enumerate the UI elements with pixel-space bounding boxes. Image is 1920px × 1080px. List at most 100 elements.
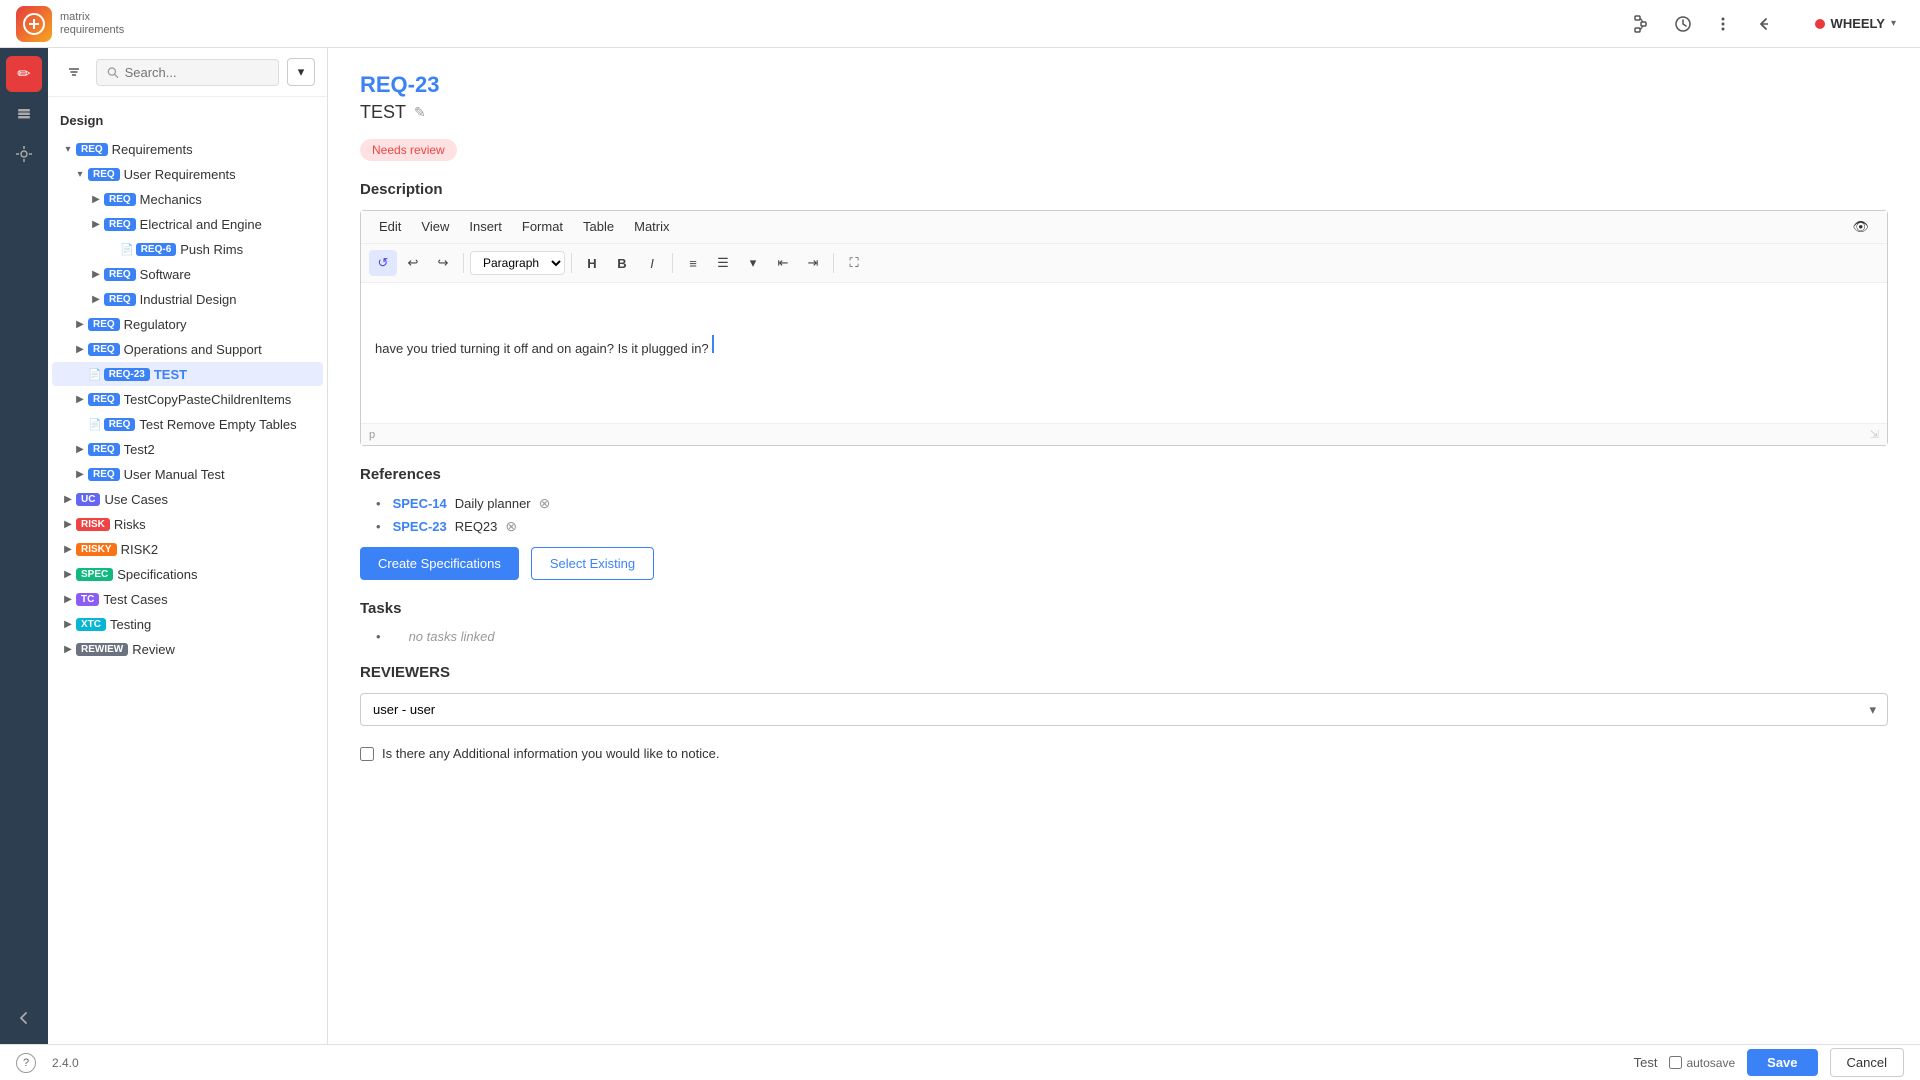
- back-icon[interactable]: [1747, 8, 1779, 40]
- paragraph-style-select[interactable]: Paragraph Heading 1 Heading 2: [470, 251, 565, 275]
- sidebar-item-req-23[interactable]: ▶ 📄 REQ-23 TEST: [52, 362, 323, 386]
- badge-spec-root: SPEC: [76, 568, 113, 581]
- toggle-req-user: ▾: [72, 166, 88, 182]
- sidebar-item-req-testcopy[interactable]: ▶ REQ TestCopyPasteChildrenItems: [52, 387, 323, 411]
- menu-view[interactable]: View: [411, 215, 459, 239]
- sidebar-item-req-test2[interactable]: ▶ REQ Test2: [52, 437, 323, 461]
- editor-body[interactable]: have you tried turning it off and on aga…: [361, 283, 1887, 423]
- sidebar-item-req-testremove[interactable]: ▶ 📄 REQ Test Remove Empty Tables: [52, 412, 323, 436]
- ref-delete-spec14[interactable]: ⊗: [539, 495, 551, 512]
- sidebar-item-req-electrical[interactable]: ▶ REQ Electrical and Engine: [52, 212, 323, 236]
- sidebar-item-tc-root[interactable]: ▶ TC Test Cases: [52, 587, 323, 611]
- toolbar-undo-btn[interactable]: ↩: [399, 250, 427, 276]
- toolbar-divider-1: [463, 253, 464, 273]
- doc-id: REQ-23: [360, 72, 1888, 98]
- cancel-button[interactable]: Cancel: [1830, 1048, 1904, 1077]
- label-req-pushrim: Push Rims: [180, 242, 315, 257]
- diagram-icon[interactable]: [1627, 8, 1659, 40]
- toggle-xtc-root: ▶: [60, 616, 76, 632]
- sidebar-item-req-root[interactable]: ▾ REQ Requirements: [52, 137, 323, 161]
- autosave-checkbox-row: autosave: [1669, 1056, 1735, 1070]
- search-icon: [107, 66, 119, 79]
- sidebar-item-req-operations[interactable]: ▶ REQ Operations and Support: [52, 337, 323, 361]
- layers-rail-icon[interactable]: [6, 96, 42, 132]
- collapse-rail-icon[interactable]: [6, 1000, 42, 1036]
- resize-handle[interactable]: ⇲: [1870, 428, 1879, 441]
- sidebar: ▾ Design ▾ REQ Requirements ▾ REQ User R…: [48, 48, 328, 1044]
- sidebar-item-req-mechanics[interactable]: ▶ REQ Mechanics: [52, 187, 323, 211]
- badge-risk-root: RISK: [76, 518, 110, 531]
- tasks-section: Tasks no tasks linked: [360, 600, 1888, 644]
- label-uc-root: Use Cases: [104, 492, 315, 507]
- additional-info-label: Is there any Additional information you …: [382, 746, 719, 761]
- sidebar-item-risky-root[interactable]: ▶ RISKY RISK2: [52, 537, 323, 561]
- toolbar-indent-btn[interactable]: ⇥: [799, 250, 827, 276]
- edit-name-button[interactable]: ✎: [414, 104, 426, 121]
- history-icon[interactable]: [1667, 8, 1699, 40]
- menu-edit[interactable]: Edit: [369, 215, 411, 239]
- toolbar-bold-btn[interactable]: B: [608, 250, 636, 276]
- ref-delete-spec23[interactable]: ⊗: [505, 518, 517, 535]
- toolbar-ol-dropdown-btn[interactable]: ▾: [739, 250, 767, 276]
- menu-insert[interactable]: Insert: [459, 215, 512, 239]
- menu-matrix[interactable]: Matrix: [624, 215, 679, 239]
- toolbar-undo-circle-btn[interactable]: ↺: [369, 250, 397, 276]
- create-specifications-button[interactable]: Create Specifications: [360, 547, 519, 580]
- autosave-checkbox[interactable]: [1669, 1056, 1682, 1069]
- search-input[interactable]: [125, 65, 268, 80]
- sidebar-item-req-regulatory[interactable]: ▶ REQ Regulatory: [52, 312, 323, 336]
- reviewer-select[interactable]: user - user: [360, 693, 1888, 726]
- filter-button[interactable]: [60, 58, 88, 86]
- sidebar-item-spec-root[interactable]: ▶ SPEC Specifications: [52, 562, 323, 586]
- additional-info-checkbox[interactable]: [360, 747, 374, 761]
- search-dropdown-button[interactable]: ▾: [287, 58, 315, 86]
- logo-icon: [16, 6, 52, 42]
- reviewers-section: REVIEWERS user - user: [360, 664, 1888, 726]
- toolbar-fullscreen-btn[interactable]: ⛶: [840, 250, 868, 276]
- tasks-list: no tasks linked: [376, 629, 1888, 644]
- label-req-mechanics: Mechanics: [140, 192, 315, 207]
- badge-req-usermanual: REQ: [88, 468, 120, 481]
- sidebar-item-req-software[interactable]: ▶ REQ Software: [52, 262, 323, 286]
- user-badge[interactable]: WHEELY ▾: [1807, 12, 1904, 35]
- label-req-usermanual: User Manual Test: [124, 467, 315, 482]
- toolbar-redo-btn[interactable]: ↪: [429, 250, 457, 276]
- badge-req-operations: REQ: [88, 343, 120, 356]
- edit-rail-icon[interactable]: ✏: [6, 56, 42, 92]
- toolbar-outdent-btn[interactable]: ⇤: [769, 250, 797, 276]
- sidebar-item-xtc-root[interactable]: ▶ XTC Testing: [52, 612, 323, 636]
- menu-format[interactable]: Format: [512, 215, 573, 239]
- save-button[interactable]: Save: [1747, 1049, 1817, 1076]
- label-spec-root: Specifications: [117, 567, 315, 582]
- sidebar-item-req-user[interactable]: ▾ REQ User Requirements: [52, 162, 323, 186]
- toggle-req-electrical: ▶: [88, 216, 104, 232]
- badge-req-user: REQ: [88, 168, 120, 181]
- toolbar-ul-btn[interactable]: ≡: [679, 250, 707, 276]
- toolbar-ol-btn[interactable]: ☰: [709, 250, 737, 276]
- sidebar-item-req-usermanual[interactable]: ▶ REQ User Manual Test: [52, 462, 323, 486]
- tasks-title: Tasks: [360, 600, 1888, 617]
- toolbar-divider-2: [571, 253, 572, 273]
- star-rail-icon[interactable]: [6, 136, 42, 172]
- toolbar-italic-btn[interactable]: I: [638, 250, 666, 276]
- status-badge[interactable]: Needs review: [360, 139, 457, 161]
- ref-item-spec23: SPEC-23 REQ23 ⊗: [376, 518, 1888, 535]
- more-icon[interactable]: [1707, 8, 1739, 40]
- sidebar-item-risk-root[interactable]: ▶ RISK Risks: [52, 512, 323, 536]
- menu-table[interactable]: Table: [573, 215, 624, 239]
- sidebar-item-req-industrial[interactable]: ▶ REQ Industrial Design: [52, 287, 323, 311]
- sidebar-item-uc-root[interactable]: ▶ UC Use Cases: [52, 487, 323, 511]
- sidebar-item-rewiew-root[interactable]: ▶ REWIEW Review: [52, 637, 323, 661]
- version-text: 2.4.0: [52, 1056, 79, 1070]
- eye-icon[interactable]: 👁: [1842, 215, 1879, 239]
- help-icon[interactable]: ?: [16, 1053, 36, 1073]
- sidebar-item-req-pushrim[interactable]: ▶ 📄 REQ-6 Push Rims: [52, 237, 323, 261]
- select-existing-button[interactable]: Select Existing: [531, 547, 654, 580]
- autosave-label: autosave: [1686, 1056, 1735, 1070]
- toolbar-divider-3: [672, 253, 673, 273]
- toolbar-h-btn[interactable]: H: [578, 250, 606, 276]
- label-xtc-root: Testing: [110, 617, 315, 632]
- ref-link-spec14[interactable]: SPEC-14: [393, 496, 447, 511]
- ref-link-spec23[interactable]: SPEC-23: [393, 519, 447, 534]
- topbar: matrix requirements: [0, 0, 1920, 48]
